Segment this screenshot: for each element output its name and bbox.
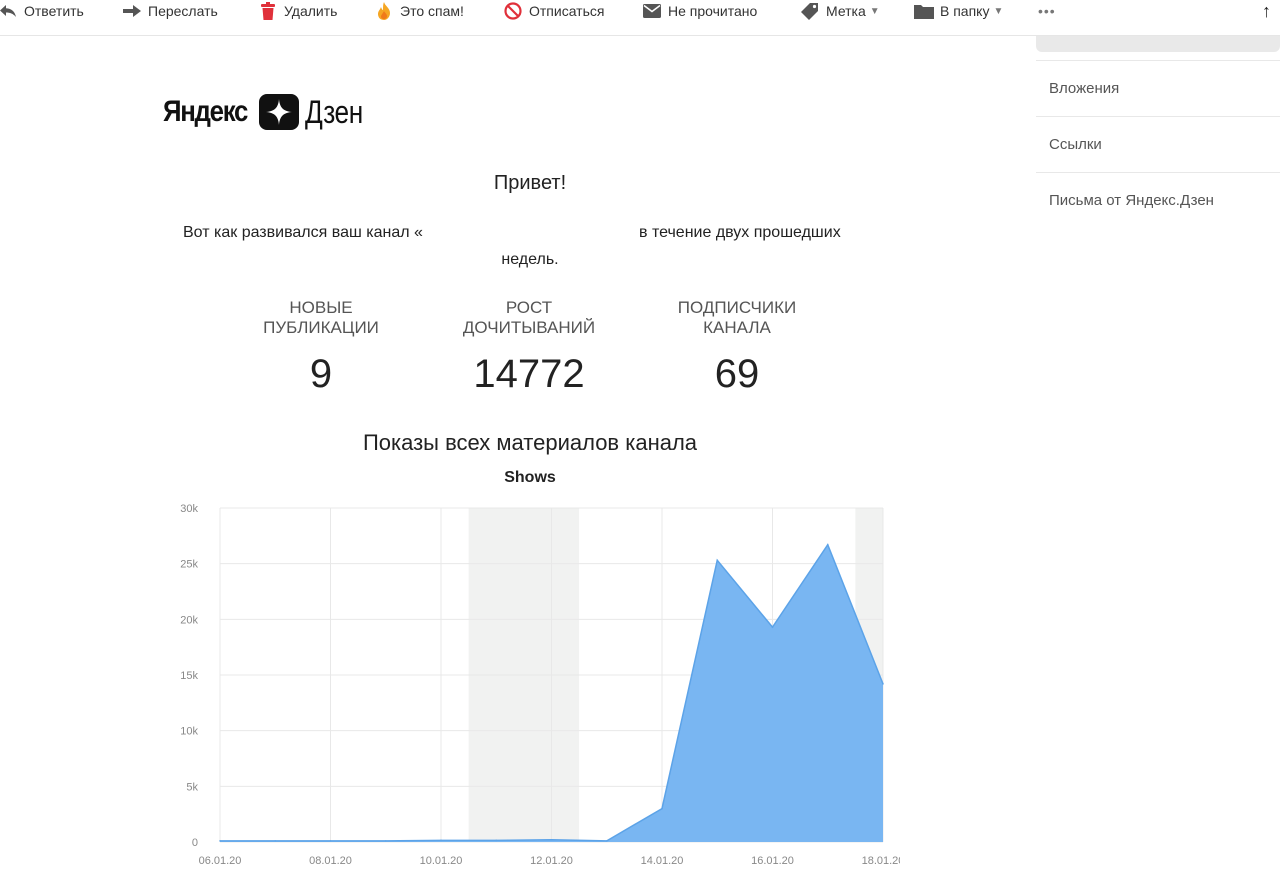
arrow-up-icon: ↑ — [1262, 0, 1271, 21]
logo-yandex-text: Яндекс — [163, 95, 248, 128]
data-point — [219, 840, 221, 842]
fire-icon — [374, 2, 394, 20]
data-point — [329, 840, 332, 842]
data-point — [716, 559, 719, 562]
intro-part-1: Вот как развивался ваш канал « — [183, 224, 423, 241]
data-point — [605, 840, 608, 842]
chevron-down-icon: ▼ — [869, 5, 880, 17]
y-tick-label: 25k — [180, 559, 198, 571]
more-button[interactable]: ••• — [1038, 0, 1056, 22]
tag-icon — [800, 2, 820, 20]
logo-zen-text: Дзен — [305, 93, 363, 130]
stat-value: 69 — [714, 352, 760, 396]
block-icon — [503, 2, 523, 20]
data-point — [495, 839, 498, 842]
x-tick-label: 16.01.20 — [751, 855, 794, 867]
delete-button[interactable]: Удалить — [258, 0, 337, 22]
stat-subscribers: ПОДПИСЧИКИ КАНАЛА 69 — [642, 298, 832, 397]
y-tick-label: 15k — [180, 670, 198, 682]
sidebar-item-attachments[interactable]: Вложения — [1036, 60, 1280, 116]
x-tick-label: 12.01.20 — [530, 855, 573, 867]
more-dots-icon: ••• — [1038, 3, 1056, 19]
y-tick-label: 0 — [192, 837, 198, 849]
yandex-zen-logo: Яндекс Дзен — [163, 92, 376, 132]
folder-label: В папку — [940, 3, 990, 19]
unsubscribe-label: Отписаться — [529, 3, 605, 19]
y-tick-label: 30k — [180, 503, 198, 515]
x-tick-label: 06.01.20 — [199, 855, 242, 867]
y-tick-label: 20k — [180, 614, 198, 626]
data-point — [826, 543, 829, 546]
intro-part-3: недель. — [501, 251, 559, 268]
stat-label: НОВЫЕ ПУБЛИКАЦИИ — [263, 298, 379, 337]
stat-read-growth: РОСТ ДОЧИТЫВАНИЙ 14772 — [434, 298, 624, 397]
data-point — [882, 683, 884, 685]
mail-toolbar: Ответить Переслать Удалить Это спам! Отп… — [0, 0, 1280, 36]
x-tick-label: 08.01.20 — [309, 855, 352, 867]
envelope-icon — [642, 2, 662, 20]
unread-label: Не прочитано — [668, 3, 758, 19]
forward-label: Переслать — [148, 3, 218, 19]
shows-chart: 0 5k 10k 15k 20k 25k 30k 06.01.20 08.01.20 10.01… — [180, 469, 900, 867]
chart-title: Shows — [504, 469, 556, 486]
reply-label: Ответить — [24, 3, 84, 19]
redaction-mask — [449, 219, 639, 245]
intro-part-2: в течение двух прошедших — [639, 224, 841, 241]
data-point — [771, 626, 774, 628]
reply-button[interactable]: Ответить — [0, 0, 84, 22]
mark-unread-button[interactable]: Не прочитано — [642, 0, 757, 22]
zen-star-icon — [259, 94, 299, 130]
stat-value: 14772 — [473, 352, 585, 396]
scroll-up-button[interactable]: ↑ — [1262, 0, 1271, 22]
sidebar-item-label: Вложения — [1049, 80, 1120, 97]
spam-button[interactable]: Это спам! — [374, 0, 464, 22]
trash-icon — [258, 2, 278, 20]
label-button[interactable]: Метка ▼ — [800, 0, 880, 22]
x-tick-label: 10.01.20 — [420, 855, 463, 867]
forward-icon — [122, 2, 142, 20]
stat-label: ПОДПИСЧИКИ КАНАЛА — [677, 298, 797, 337]
stat-new-publications: НОВЫЕ ПУБЛИКАЦИИ 9 — [226, 298, 416, 397]
right-sidebar: Вложения Ссылки Письма от Яндекс.Дзен — [1036, 36, 1280, 872]
data-point — [274, 840, 277, 842]
unsubscribe-button[interactable]: Отписаться — [503, 0, 604, 22]
data-point — [661, 807, 663, 810]
reply-icon — [0, 2, 18, 20]
stat-label: РОСТ ДОЧИТЫВАНИЙ — [462, 298, 596, 337]
greeting: Привет! — [493, 172, 567, 194]
sidebar-item-label: Письма от Яндекс.Дзен — [1049, 192, 1214, 209]
folder-icon — [914, 2, 934, 20]
sidebar-top-strip — [1036, 36, 1280, 52]
y-tick-label: 5k — [186, 781, 198, 793]
forward-button[interactable]: Переслать — [122, 0, 218, 22]
data-point — [550, 838, 553, 841]
y-tick-label: 10k — [180, 726, 198, 738]
label-label: Метка — [826, 3, 866, 19]
sidebar-item-label: Ссылки — [1049, 136, 1102, 153]
data-point — [384, 840, 387, 842]
data-point — [440, 839, 442, 842]
sidebar-item-links[interactable]: Ссылки — [1036, 116, 1280, 172]
chart-heading: Показы всех материалов канала — [362, 430, 698, 455]
spam-label: Это спам! — [400, 3, 464, 19]
sidebar-item-sender-letters[interactable]: Письма от Яндекс.Дзен — [1036, 172, 1280, 228]
move-to-folder-button[interactable]: В папку ▼ — [914, 0, 1003, 22]
x-tick-label: 14.01.20 — [641, 855, 684, 867]
chevron-down-icon: ▼ — [993, 5, 1004, 17]
x-tick-label: 18.01.20 — [862, 855, 900, 867]
stat-value: 9 — [309, 352, 333, 396]
delete-label: Удалить — [284, 3, 338, 19]
